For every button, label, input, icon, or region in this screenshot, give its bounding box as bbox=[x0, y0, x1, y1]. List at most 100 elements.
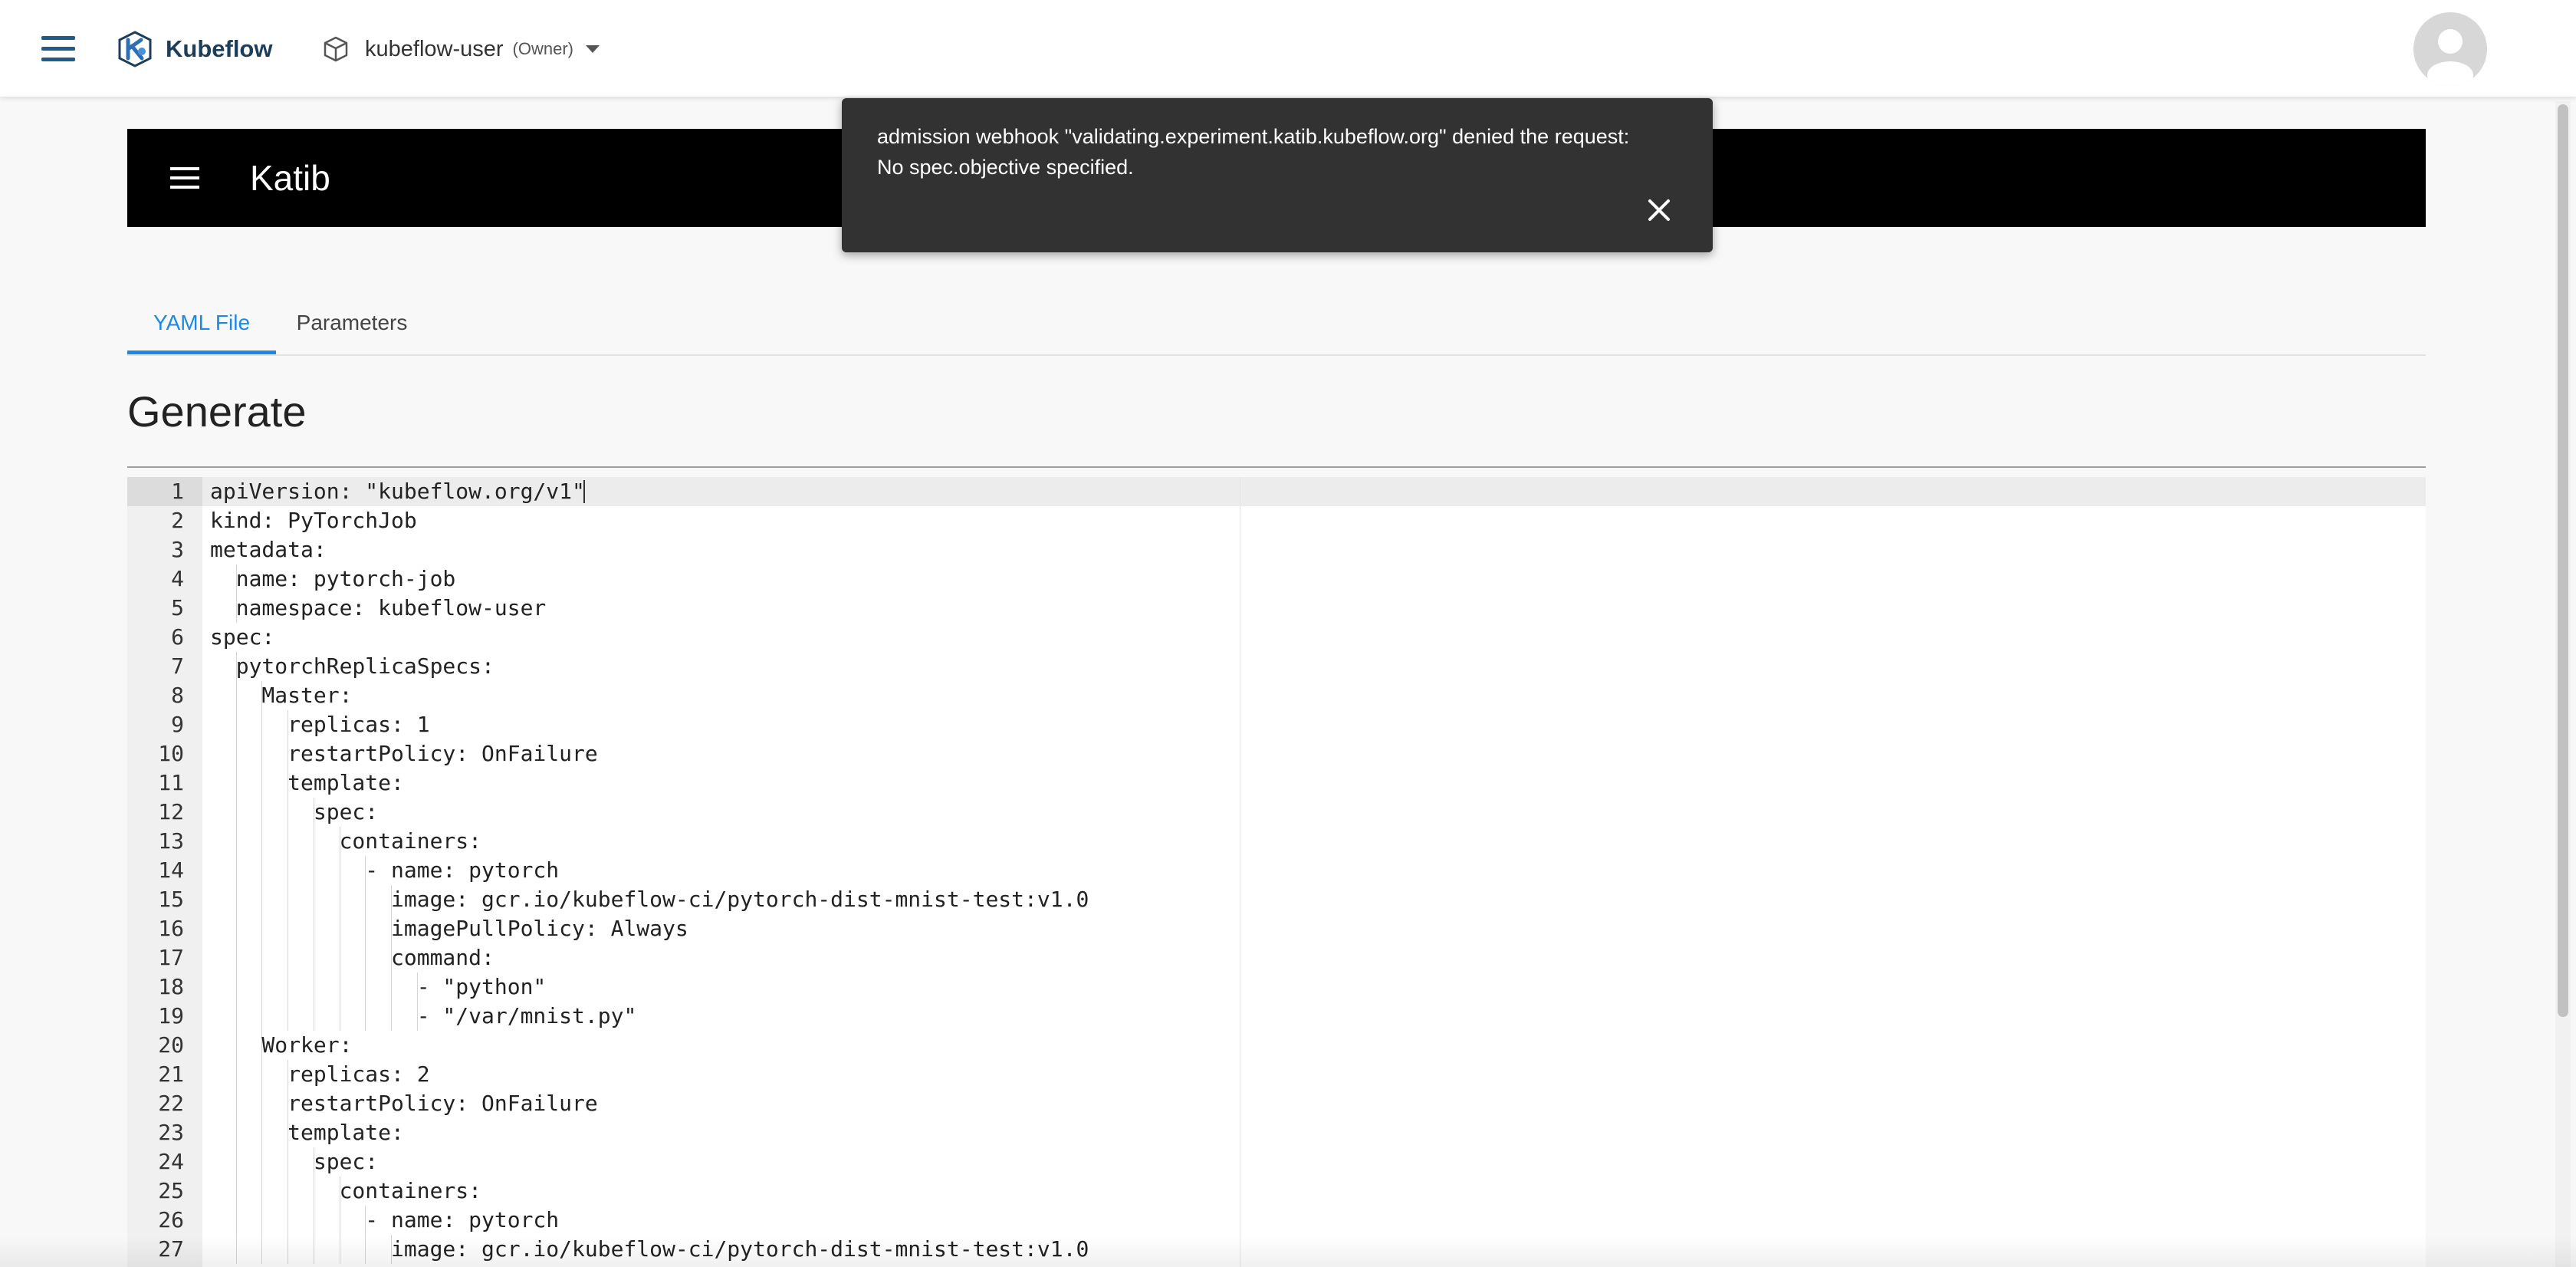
line-number: 12 bbox=[158, 799, 184, 824]
code-line: 22 restartPolicy: OnFailure bbox=[127, 1089, 2426, 1118]
code-text: image: gcr.io/kubeflow-ci/pytorch-dist-m… bbox=[210, 1236, 1089, 1262]
scrollbar-thumb[interactable] bbox=[2558, 104, 2568, 1017]
code-text: spec: bbox=[210, 1149, 379, 1174]
code-line: 14 - name: pytorch bbox=[127, 856, 2426, 885]
yaml-editor[interactable]: 1 apiVersion: "kubeflow.org/v1" 2 kind: PyT… bbox=[127, 477, 2426, 1267]
line-number: 4 bbox=[171, 566, 184, 591]
line-number: 23 bbox=[158, 1120, 184, 1145]
code-line: 24 spec: bbox=[127, 1147, 2426, 1176]
code-line: 12 spec: bbox=[127, 798, 2426, 827]
line-number: 18 bbox=[158, 974, 184, 999]
code-line: 2 kind: PyTorchJob bbox=[127, 506, 2426, 535]
code-text: template: bbox=[210, 770, 404, 795]
line-number: 9 bbox=[171, 712, 184, 737]
code-text: template: bbox=[210, 1120, 404, 1145]
code-line: 25 containers: bbox=[127, 1176, 2426, 1206]
code-text: - "/var/mnist.py" bbox=[210, 1003, 637, 1028]
code-text: spec: bbox=[210, 799, 379, 824]
page-title: Generate bbox=[127, 387, 307, 436]
code-line: 4 name: pytorch-job bbox=[127, 564, 2426, 594]
text-cursor bbox=[583, 480, 585, 503]
code-text: - "python" bbox=[210, 974, 547, 999]
code-text: imagePullPolicy: Always bbox=[210, 916, 688, 941]
code-line: 1 apiVersion: "kubeflow.org/v1" bbox=[127, 477, 2426, 506]
line-number: 3 bbox=[171, 537, 184, 562]
code-text: - name: pytorch bbox=[210, 857, 560, 883]
code-text: - name: pytorch bbox=[210, 1207, 560, 1232]
code-line: 10 restartPolicy: OnFailure bbox=[127, 739, 2426, 768]
line-number: 16 bbox=[158, 916, 184, 941]
line-number: 8 bbox=[171, 683, 184, 708]
code-text: name: pytorch-job bbox=[210, 566, 456, 591]
code-text: Master: bbox=[210, 683, 353, 708]
code-line: 23 template: bbox=[127, 1118, 2426, 1147]
tab-yaml-file[interactable]: YAML File bbox=[127, 299, 276, 354]
line-number: 2 bbox=[171, 508, 184, 533]
tab-bar: YAML File Parameters bbox=[127, 299, 2426, 356]
divider bbox=[127, 466, 2426, 468]
code-text: containers: bbox=[210, 828, 482, 854]
code-line: 19 - "/var/mnist.py" bbox=[127, 1002, 2426, 1031]
code-line: 26 - name: pytorch bbox=[127, 1206, 2426, 1235]
snackbar-message: admission webhook "validating.experiment… bbox=[877, 125, 1630, 179]
code-text: image: gcr.io/kubeflow-ci/pytorch-dist-m… bbox=[210, 887, 1089, 912]
code-line: 5 namespace: kubeflow-user bbox=[127, 594, 2426, 623]
katib-menu-icon[interactable] bbox=[170, 167, 199, 189]
tab-parameters[interactable]: Parameters bbox=[276, 299, 428, 354]
line-number: 15 bbox=[158, 887, 184, 912]
line-number: 19 bbox=[158, 1003, 184, 1028]
code-text: spec: bbox=[210, 624, 275, 650]
line-number: 22 bbox=[158, 1091, 184, 1116]
error-snackbar: admission webhook "validating.experiment… bbox=[842, 98, 1713, 252]
line-number: 24 bbox=[158, 1149, 184, 1174]
code-text: metadata: bbox=[210, 537, 327, 562]
kubeflow-logo-icon[interactable] bbox=[117, 31, 153, 67]
code-text: kind: PyTorchJob bbox=[210, 508, 417, 533]
code-text: pytorchReplicaSpecs: bbox=[210, 653, 495, 679]
code-text: replicas: 2 bbox=[210, 1061, 430, 1087]
line-number: 25 bbox=[158, 1178, 184, 1203]
code-line: 15 image: gcr.io/kubeflow-ci/pytorch-dis… bbox=[127, 885, 2426, 914]
line-number: 17 bbox=[158, 945, 184, 970]
code-line: 6 spec: bbox=[127, 623, 2426, 652]
code-text: Worker: bbox=[210, 1032, 353, 1058]
code-text: containers: bbox=[210, 1178, 482, 1203]
code-text: command: bbox=[210, 945, 495, 970]
line-number: 13 bbox=[158, 828, 184, 854]
code-line: 9 replicas: 1 bbox=[127, 710, 2426, 739]
app-name[interactable]: Kubeflow bbox=[166, 31, 273, 67]
line-number: 6 bbox=[171, 624, 184, 650]
code-text: restartPolicy: OnFailure bbox=[210, 741, 598, 766]
namespace-selector[interactable]: kubeflow-user (Owner) bbox=[322, 31, 600, 67]
katib-title: Katib bbox=[250, 158, 330, 198]
namespace-role: (Owner) bbox=[512, 39, 573, 58]
code-line: 13 containers: bbox=[127, 827, 2426, 856]
line-number: 1 bbox=[171, 479, 184, 504]
line-number: 20 bbox=[158, 1032, 184, 1058]
close-icon[interactable] bbox=[1642, 193, 1676, 227]
code-line: 21 replicas: 2 bbox=[127, 1060, 2426, 1089]
user-avatar-icon[interactable] bbox=[2413, 12, 2487, 86]
code-line: 20 Worker: bbox=[127, 1031, 2426, 1060]
hamburger-menu-icon[interactable] bbox=[41, 36, 75, 62]
line-number: 5 bbox=[171, 595, 184, 620]
code-text: apiVersion: "kubeflow.org/v1" bbox=[210, 479, 585, 504]
code-line: 17 command: bbox=[127, 943, 2426, 972]
line-number: 14 bbox=[158, 857, 184, 883]
cube-icon bbox=[324, 36, 348, 62]
code-text: namespace: kubeflow-user bbox=[210, 595, 547, 620]
namespace-name: kubeflow-user bbox=[365, 36, 504, 61]
code-line: 18 - "python" bbox=[127, 972, 2426, 1002]
line-number: 21 bbox=[158, 1061, 184, 1087]
line-number: 10 bbox=[158, 741, 184, 766]
chevron-down-icon bbox=[585, 45, 600, 53]
code-line: 8 Master: bbox=[127, 681, 2426, 710]
top-header: Kubeflow kubeflow-user (Owner) bbox=[0, 0, 2576, 97]
code-line: 11 template: bbox=[127, 768, 2426, 798]
line-number: 7 bbox=[171, 653, 184, 679]
code-text: replicas: 1 bbox=[210, 712, 430, 737]
code-line: 16 imagePullPolicy: Always bbox=[127, 914, 2426, 943]
code-line: 3 metadata: bbox=[127, 535, 2426, 564]
code-line: 7 pytorchReplicaSpecs: bbox=[127, 652, 2426, 681]
code-text: restartPolicy: OnFailure bbox=[210, 1091, 598, 1116]
